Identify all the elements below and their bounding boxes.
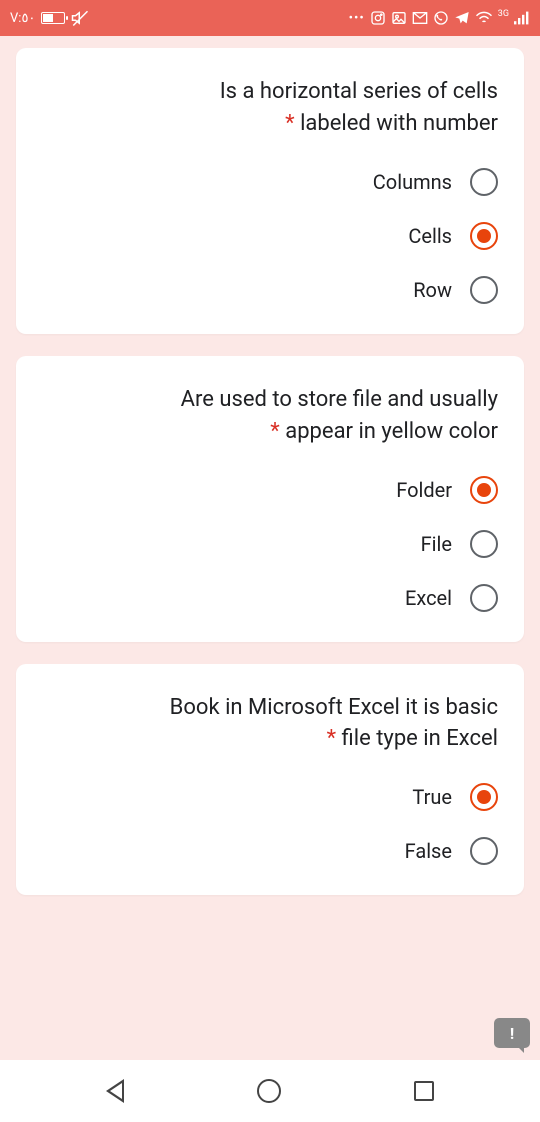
option-label: Columns: [373, 170, 452, 194]
status-left: V:٥٠: [10, 9, 89, 27]
option-row[interactable]: Row: [42, 276, 498, 304]
option-row[interactable]: Excel: [42, 584, 498, 612]
status-right: ••• 3G: [349, 10, 530, 26]
radio-button[interactable]: [470, 837, 498, 865]
status-bar: V:٥٠ ••• 3G: [0, 0, 540, 36]
option-label: True: [412, 785, 452, 809]
option-label: File: [421, 532, 452, 556]
instagram-icon: [370, 10, 386, 26]
more-icon: •••: [349, 11, 365, 26]
radio-button[interactable]: [470, 530, 498, 558]
radio-button[interactable]: [470, 222, 498, 250]
radio-button[interactable]: [470, 276, 498, 304]
option-label: False: [405, 839, 452, 863]
option-row[interactable]: Folder: [42, 476, 498, 504]
photo-icon: [391, 10, 407, 26]
question-text: Book in Microsoft Excel it is basic* fil…: [42, 692, 498, 756]
report-fab[interactable]: !: [494, 1018, 530, 1048]
option-label: Excel: [405, 586, 452, 610]
option-label: Cells: [408, 224, 452, 248]
option-row[interactable]: File: [42, 530, 498, 558]
gmail-icon: [412, 11, 428, 25]
network-badge: 3G: [498, 9, 509, 19]
options-group: Columns Cells Row: [42, 168, 498, 304]
nav-back-button[interactable]: [106, 1079, 124, 1103]
option-row[interactable]: Columns: [42, 168, 498, 196]
signal-icon: [514, 11, 530, 25]
nav-recent-button[interactable]: [414, 1081, 434, 1101]
whatsapp-icon: [433, 10, 449, 26]
question-card: Book in Microsoft Excel it is basic* fil…: [16, 664, 524, 896]
question-text: Are used to store file and usually* appe…: [42, 384, 498, 448]
question-card: Is a horizontal series of cells* labeled…: [16, 48, 524, 334]
radio-button[interactable]: [470, 584, 498, 612]
nav-bar: [0, 1060, 540, 1122]
options-group: Folder File Excel: [42, 476, 498, 612]
option-row[interactable]: True: [42, 783, 498, 811]
telegram-icon: [454, 10, 470, 26]
status-time: V:٥٠: [10, 11, 35, 26]
radio-button[interactable]: [470, 476, 498, 504]
question-text: Is a horizontal series of cells* labeled…: [42, 76, 498, 140]
battery-icon: [41, 12, 65, 24]
question-card: Are used to store file and usually* appe…: [16, 356, 524, 642]
nav-home-button[interactable]: [257, 1079, 281, 1103]
wifi-icon: [475, 11, 493, 25]
form-content: Is a horizontal series of cells* labeled…: [0, 36, 540, 1060]
option-label: Row: [413, 278, 452, 302]
option-row[interactable]: Cells: [42, 222, 498, 250]
radio-button[interactable]: [470, 783, 498, 811]
mute-icon: [71, 9, 89, 27]
report-fab-label: !: [510, 1024, 514, 1043]
options-group: True False: [42, 783, 498, 865]
option-label: Folder: [396, 478, 452, 502]
option-row[interactable]: False: [42, 837, 498, 865]
radio-button[interactable]: [470, 168, 498, 196]
